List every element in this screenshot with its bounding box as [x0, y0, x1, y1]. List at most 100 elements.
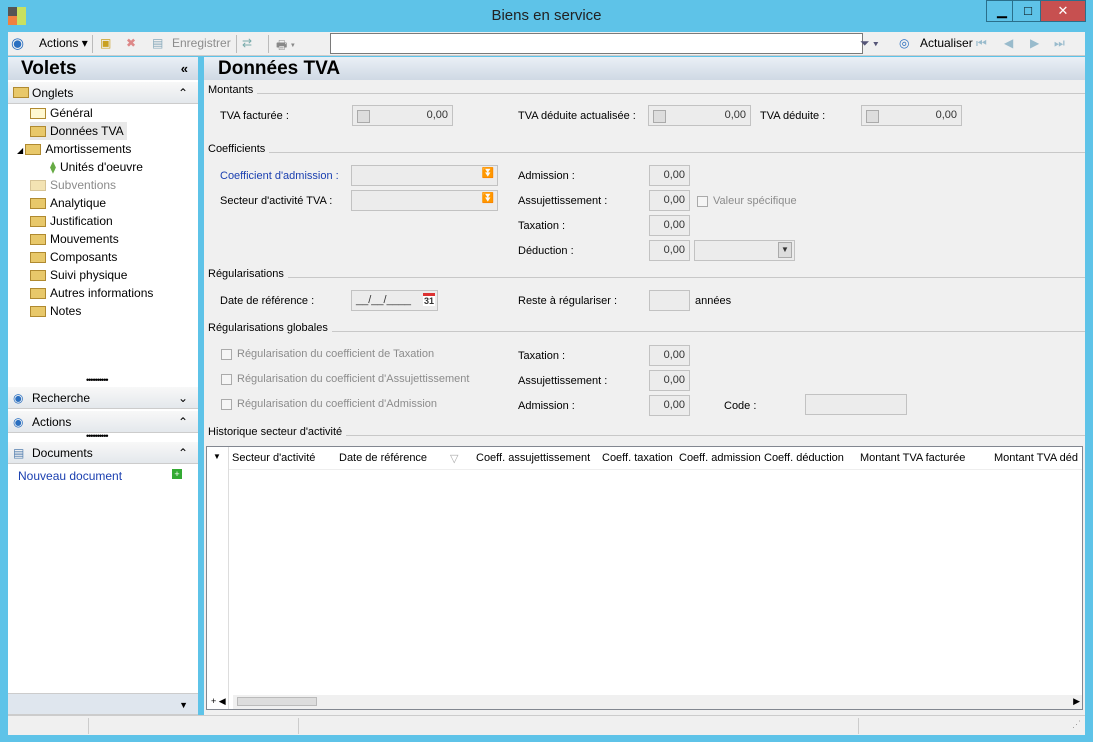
chevron-up-icon[interactable]: ⌃: [178, 442, 188, 464]
add-row-icon[interactable]: + ◀: [211, 696, 226, 707]
chevron-up-icon[interactable]: ⌃: [178, 82, 188, 104]
column-header[interactable]: Coeff. déduction: [764, 452, 844, 464]
column-header[interactable]: Secteur d'activité: [232, 452, 315, 464]
taxation-field[interactable]: 0,00: [649, 215, 690, 236]
group-regularisations-globales: Régularisations globales: [208, 320, 1085, 334]
add-icon[interactable]: +: [172, 469, 182, 479]
search-input[interactable]: [330, 33, 863, 54]
calendar-icon[interactable]: 31: [422, 293, 435, 306]
column-header[interactable]: Coeff. assujettissement: [476, 452, 590, 464]
sort-icon: ▽: [450, 453, 459, 465]
tree-item-composants[interactable]: Composants: [30, 248, 117, 266]
reg-assujettissement-checkbox[interactable]: Régularisation du coefficient d'Assujett…: [221, 373, 469, 385]
calc-button[interactable]: [357, 110, 370, 123]
assujettissement-field[interactable]: 0,00: [649, 190, 690, 211]
deduction-select[interactable]: ▼: [694, 240, 795, 261]
tree-item-unites[interactable]: ⧫ Unités d'oeuvre: [50, 158, 143, 176]
column-header[interactable]: Montant TVA déd: [994, 452, 1082, 464]
tree-item-autres-informations[interactable]: Autres informations: [30, 284, 153, 302]
double-chevron-down-icon[interactable]: ⏬: [482, 193, 494, 204]
label: Assujettissement :: [518, 195, 608, 207]
reste-field[interactable]: [649, 290, 690, 311]
tree-item-donnees-tva[interactable]: Données TVA: [30, 122, 127, 140]
section-onglets[interactable]: Onglets ⌃: [8, 82, 198, 104]
refresh-button[interactable]: Actualiser: [920, 36, 973, 50]
reg-taxation-checkbox[interactable]: Régularisation du coefficient de Taxatio…: [221, 348, 434, 360]
previous-record-icon[interactable]: ◀: [1004, 36, 1013, 50]
dropdown-arrow-icon[interactable]: ▼: [778, 242, 792, 258]
chevron-down-icon[interactable]: ⌄: [178, 387, 188, 409]
column-header[interactable]: Date de référence: [339, 452, 427, 464]
refresh-icon[interactable]: ◎: [899, 36, 909, 50]
section-label: Actions: [32, 415, 72, 429]
section-actions[interactable]: ◉ Actions ⌃: [8, 411, 198, 433]
new-document-link[interactable]: Nouveau document: [18, 469, 122, 483]
column-header[interactable]: Coeff. admission: [679, 452, 761, 464]
pane-footer[interactable]: ▼: [8, 693, 198, 715]
pane-title: Volets «: [8, 57, 198, 80]
close-button[interactable]: ✕: [1040, 0, 1086, 22]
scroll-right-icon[interactable]: ▶: [1073, 696, 1080, 707]
tree-item-amortissements[interactable]: ◢ Amortissements: [17, 140, 131, 158]
coef-admission-select[interactable]: ⏬: [351, 165, 498, 186]
tree-item-analytique[interactable]: Analytique: [30, 194, 106, 212]
new-icon[interactable]: ▣: [100, 36, 111, 50]
date-reference-field[interactable]: __/__/____ 31: [351, 290, 438, 311]
tree-item-general[interactable]: Général: [30, 104, 93, 122]
last-record-icon[interactable]: ⏭: [1054, 36, 1065, 51]
tree-item-justification[interactable]: Justification: [30, 212, 113, 230]
splitter-handle[interactable]: ••••••••••: [86, 375, 108, 385]
tree-item-notes[interactable]: Notes: [30, 302, 81, 320]
resize-grip-icon[interactable]: ⋰: [1072, 719, 1081, 730]
column-chooser-icon[interactable]: ▼: [213, 452, 221, 461]
actions-menu[interactable]: Actions ▾: [39, 36, 88, 50]
section-label: Onglets: [32, 86, 74, 100]
label: années: [695, 295, 732, 307]
calc-button[interactable]: [866, 110, 879, 123]
coef-admission-link[interactable]: Coefficient d'admission :: [220, 170, 339, 182]
tva-deduite-actualisee-field[interactable]: 0,00: [648, 105, 751, 126]
admission-field[interactable]: 0,00: [649, 165, 690, 186]
first-record-icon[interactable]: ⏮: [976, 36, 987, 51]
horizontal-scrollbar[interactable]: + ◀ ▶: [211, 695, 1082, 709]
tree-item-mouvements[interactable]: Mouvements: [30, 230, 119, 248]
column-header[interactable]: Montant TVA facturée: [860, 452, 965, 464]
tree-item-suivi-physique[interactable]: Suivi physique: [30, 266, 127, 284]
sync-icon[interactable]: ⇄: [242, 36, 252, 50]
save-button[interactable]: Enregistrer: [172, 36, 231, 50]
reg-admission-checkbox[interactable]: Régularisation du coefficient d'Admissio…: [221, 398, 437, 410]
scrollbar-thumb[interactable]: [237, 697, 317, 706]
historique-grid[interactable]: ▼ Secteur d'activité Date de référence ▽…: [206, 446, 1083, 710]
section-recherche[interactable]: ◉ Recherche ⌄: [8, 387, 198, 409]
chevron-up-icon[interactable]: ⌃: [178, 411, 188, 433]
deduction-field[interactable]: 0,00: [649, 240, 690, 261]
tva-facturee-field[interactable]: 0,00: [352, 105, 453, 126]
actions-circle-icon: ◉: [13, 415, 24, 429]
valeur-specifique-checkbox[interactable]: Valeur spécifique: [697, 195, 797, 207]
delete-icon[interactable]: ✖: [126, 36, 136, 50]
print-icon[interactable]: 🖶 ▾: [276, 36, 295, 57]
save-icon[interactable]: ▤: [152, 36, 163, 50]
glob-taxation-field[interactable]: 0,00: [649, 345, 690, 366]
separator: [92, 35, 93, 53]
calc-button[interactable]: [653, 110, 666, 123]
nav-circle-icon[interactable]: ◉: [11, 34, 24, 52]
label: Taxation :: [518, 350, 566, 362]
glob-assujettissement-field[interactable]: 0,00: [649, 370, 690, 391]
label: Secteur d'activité TVA :: [220, 195, 333, 207]
label: Assujettissement :: [518, 375, 608, 387]
secteur-select[interactable]: ⏬: [351, 190, 498, 211]
tva-deduite-field[interactable]: 0,00: [861, 105, 962, 126]
filter-icon[interactable]: ⏷ ▾: [860, 36, 879, 51]
code-field[interactable]: [805, 394, 907, 415]
group-label: Montants: [208, 84, 258, 96]
chevron-down-icon[interactable]: ▼: [179, 694, 188, 716]
glob-admission-field[interactable]: 0,00: [649, 395, 690, 416]
section-documents[interactable]: ▤ Documents ⌃: [8, 442, 198, 464]
splitter-handle[interactable]: ••••••••••: [86, 431, 108, 441]
next-record-icon[interactable]: ▶: [1030, 36, 1039, 50]
collapse-pane-icon[interactable]: «: [181, 57, 188, 80]
column-header[interactable]: Coeff. taxation: [602, 452, 673, 464]
tree-label: Unités d'oeuvre: [59, 160, 143, 174]
double-chevron-down-icon[interactable]: ⏬: [482, 168, 494, 179]
